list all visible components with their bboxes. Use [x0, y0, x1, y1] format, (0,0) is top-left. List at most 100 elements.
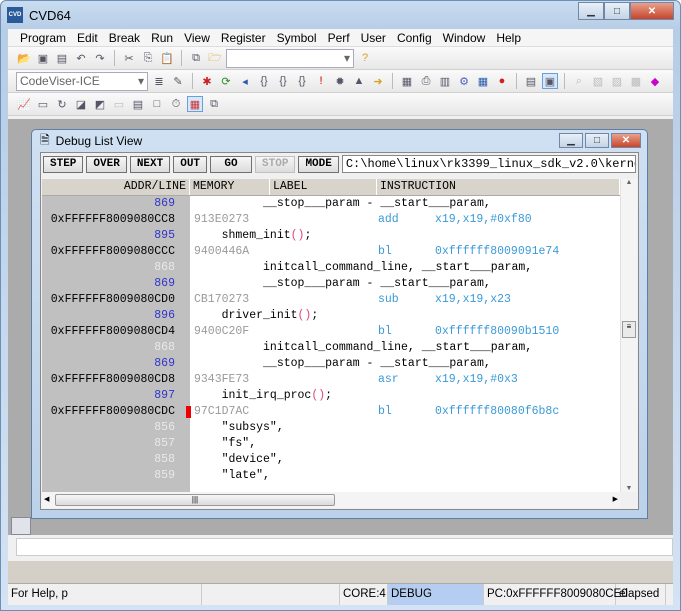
jump-out-icon[interactable]: ◩: [92, 96, 108, 112]
scroll-down-icon[interactable]: ▼: [621, 485, 637, 492]
save-all-icon[interactable]: ▤: [54, 50, 70, 66]
source-row[interactable]: 857 "fs",: [42, 436, 620, 452]
source-row[interactable]: 868 initcall_command_line, __start___par…: [42, 260, 620, 276]
col-label[interactable]: LABEL: [270, 179, 377, 195]
list-view-icon[interactable]: ▣: [542, 73, 558, 89]
register-view-icon[interactable]: ▤: [523, 73, 539, 89]
source-path-field[interactable]: C:\home\linux\rk3399_linux_sdk_v2.0\kern…: [341, 155, 636, 173]
menu-window[interactable]: Window: [443, 31, 486, 45]
menu-register[interactable]: Register: [221, 31, 266, 45]
windows-icon[interactable]: ⧉: [188, 50, 204, 66]
source-row[interactable]: 856 "subsys",: [42, 420, 620, 436]
col-memory[interactable]: MEMORY: [190, 179, 270, 195]
vertical-scroll-thumb[interactable]: ≡: [622, 321, 636, 338]
vertical-scrollbar[interactable]: ▲ ≡ ▼: [620, 179, 637, 492]
open-icon[interactable]: 📂: [16, 50, 32, 66]
next-button[interactable]: NEXT: [129, 155, 171, 173]
asm-row[interactable]: 0xFFFFFF8009080CDC 97C1D7AC bl 0xffffff8008…: [42, 404, 620, 420]
terminal-icon[interactable]: ▭: [35, 96, 51, 112]
scroll-left-icon[interactable]: ◀: [44, 495, 49, 503]
step-icon[interactable]: {}: [256, 73, 272, 89]
horizontal-scrollbar[interactable]: ◀ ||| ▶: [42, 492, 620, 508]
cascade-icon[interactable]: ⧉: [206, 96, 222, 112]
open-folder-icon[interactable]: 🗁: [207, 50, 223, 66]
asm-row[interactable]: 0xFFFFFF8009080CD0 CB170273 sub x19,x19,x23: [42, 292, 620, 308]
project-icon[interactable]: ▦: [399, 73, 415, 89]
jump-in-icon[interactable]: ◪: [73, 96, 89, 112]
minimized-window-icon[interactable]: [11, 517, 31, 535]
reload-icon[interactable]: ⟳: [218, 73, 234, 89]
chart-icon[interactable]: 📈: [16, 96, 32, 112]
command-input[interactable]: [16, 538, 673, 556]
settings-gear-icon[interactable]: ⚙: [456, 73, 472, 89]
bookmark-icon[interactable]: ◆: [647, 73, 663, 89]
asm-row[interactable]: 0xFFFFFF8009080CD8 9343FE73 asr x19,x19,#0x…: [42, 372, 620, 388]
menu-break[interactable]: Break: [109, 31, 140, 45]
debug-list-grid[interactable]: ADDR/LINE MEMORY LABEL INSTRUCTION 869 _…: [42, 179, 620, 492]
source-row[interactable]: 897 init_irq_proc();: [42, 388, 620, 404]
col-addr-line[interactable]: ADDR/LINE: [42, 179, 190, 195]
step-back-icon[interactable]: ◂: [237, 73, 253, 89]
source-row[interactable]: 858 "device",: [42, 452, 620, 468]
step-out-icon[interactable]: {}: [294, 73, 310, 89]
redo-icon[interactable]: ↷: [92, 50, 108, 66]
source-row[interactable]: 869 __stop___param - __start___param,: [42, 196, 620, 212]
replace-icon[interactable]: ▩: [628, 73, 644, 89]
source-row[interactable]: 869 __stop___param - __start___param,: [42, 356, 620, 372]
menu-program[interactable]: Program: [20, 31, 66, 45]
source-row[interactable]: 859 "late",: [42, 468, 620, 484]
menu-run[interactable]: Run: [151, 31, 173, 45]
step-button[interactable]: STEP: [43, 155, 84, 173]
stop-button[interactable]: STOP: [255, 155, 296, 173]
copy-icon[interactable]: ⎘: [140, 50, 156, 66]
source-row[interactable]: 895 shmem_init();: [42, 228, 620, 244]
paste-icon[interactable]: 📋: [159, 50, 175, 66]
menu-help[interactable]: Help: [496, 31, 521, 45]
col-instruction[interactable]: INSTRUCTION: [377, 179, 620, 195]
print-icon[interactable]: ⎙: [418, 73, 434, 89]
memory-icon[interactable]: ▥: [437, 73, 453, 89]
minimize-button[interactable]: ▁: [578, 2, 604, 20]
source-row[interactable]: 869 __stop___param - __start___param,: [42, 276, 620, 292]
menu-view[interactable]: View: [184, 31, 210, 45]
mode-button[interactable]: MODE: [298, 155, 339, 173]
warning-icon[interactable]: ▲: [351, 73, 367, 89]
step-over-icon[interactable]: {}: [275, 73, 291, 89]
source-row[interactable]: 868 initcall_command_line, __start___par…: [42, 340, 620, 356]
scroll-right-icon[interactable]: ▶: [613, 495, 618, 503]
record-icon[interactable]: ●: [494, 73, 510, 89]
cut-icon[interactable]: ✂: [121, 50, 137, 66]
scroll-up-icon[interactable]: ▲: [621, 179, 637, 186]
search-combo[interactable]: ▾: [226, 48, 354, 68]
target-combo[interactable]: CodeViser-ICE ▾: [16, 71, 148, 91]
window-icon[interactable]: □: [149, 96, 165, 112]
edit-icon[interactable]: ✎: [170, 73, 186, 89]
hex-icon[interactable]: ▭: [111, 96, 127, 112]
debug-close-button[interactable]: ✕: [611, 133, 641, 148]
close-button[interactable]: ✕: [630, 2, 674, 20]
calendar-grid-icon[interactable]: ▦: [187, 96, 203, 112]
timer-icon[interactable]: ⏱: [168, 96, 184, 112]
horizontal-scroll-thumb[interactable]: |||: [55, 494, 335, 506]
out-button[interactable]: OUT: [173, 155, 208, 173]
go-button[interactable]: GO: [210, 155, 253, 173]
asm-row[interactable]: 0xFFFFFF8009080CCC 9400446A bl 0xffffff8009…: [42, 244, 620, 260]
panel-icon[interactable]: ▤: [130, 96, 146, 112]
reset-icon[interactable]: ✱: [199, 73, 215, 89]
breakpoint-marker[interactable]: [186, 406, 191, 418]
find-prev-icon[interactable]: ▧: [590, 73, 606, 89]
find-icon[interactable]: ⌕: [571, 73, 587, 89]
debug-minimize-button[interactable]: ▁: [559, 133, 583, 148]
refresh-icon[interactable]: ↻: [54, 96, 70, 112]
menu-symbol[interactable]: Symbol: [277, 31, 317, 45]
source-row[interactable]: 896 driver_init();: [42, 308, 620, 324]
help-icon[interactable]: ?: [357, 50, 373, 66]
sort-icon[interactable]: ≣: [151, 73, 167, 89]
menu-edit[interactable]: Edit: [77, 31, 98, 45]
find-next-icon[interactable]: ▨: [609, 73, 625, 89]
undo-icon[interactable]: ↶: [73, 50, 89, 66]
menu-user[interactable]: User: [361, 31, 386, 45]
go-icon[interactable]: !: [313, 73, 329, 89]
arrow-right-icon[interactable]: ➜: [370, 73, 386, 89]
menu-config[interactable]: Config: [397, 31, 432, 45]
